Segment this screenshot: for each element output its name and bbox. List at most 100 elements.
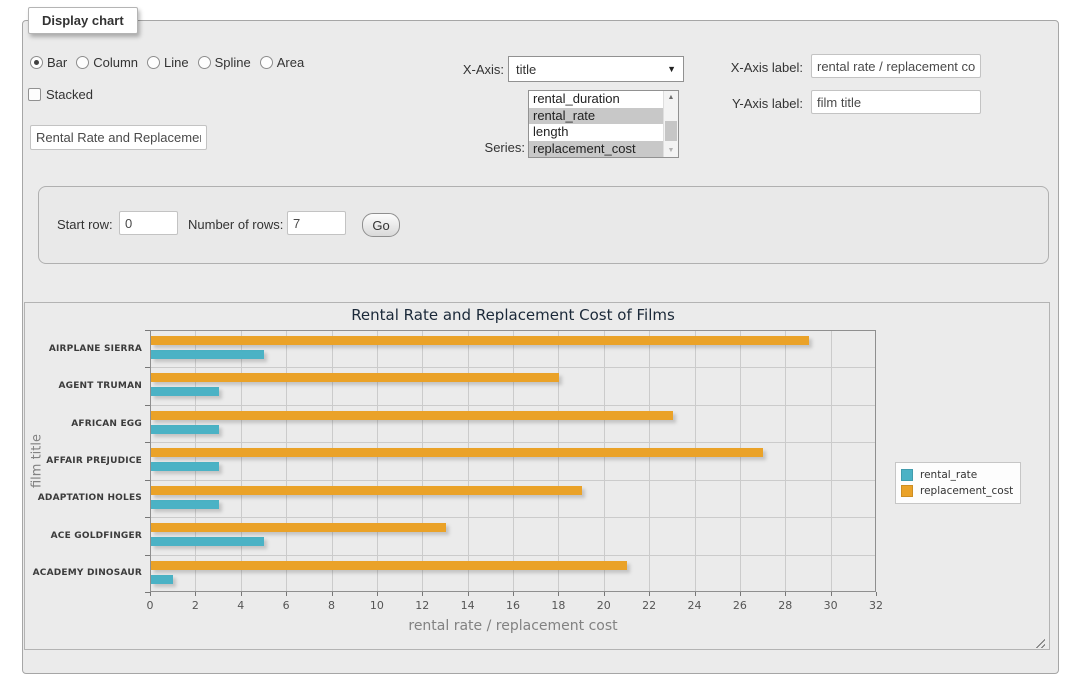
x-axis-tick bbox=[241, 592, 242, 596]
chart-type-label: Line bbox=[164, 55, 189, 70]
scroll-up-icon[interactable]: ▲ bbox=[664, 91, 678, 104]
start-row-input[interactable] bbox=[119, 211, 178, 235]
number-of-rows-label: Number of rows: bbox=[188, 217, 283, 232]
stacked-label: Stacked bbox=[46, 87, 93, 102]
category-label: ADAPTATION HOLES bbox=[28, 480, 142, 517]
series-multiselect[interactable]: rental_durationrental_ratelengthreplacem… bbox=[528, 90, 679, 158]
x-axis-tick-label: 8 bbox=[317, 599, 347, 612]
series-options: rental_durationrental_ratelengthreplacem… bbox=[529, 91, 678, 157]
x-axis-tick bbox=[377, 592, 378, 596]
x-axis-tick-label: 4 bbox=[226, 599, 256, 612]
y-axis-tick bbox=[145, 592, 150, 593]
x-axis-tick-label: 0 bbox=[135, 599, 165, 612]
radio-icon[interactable] bbox=[198, 56, 211, 69]
chart-type-label: Area bbox=[277, 55, 304, 70]
x-axis-tick bbox=[649, 592, 650, 596]
x-axis-tick-label: 10 bbox=[362, 599, 392, 612]
go-button-label: Go bbox=[372, 218, 389, 233]
x-axis-tick-label: 18 bbox=[543, 599, 573, 612]
chart-y-axis-title: film title bbox=[30, 434, 45, 488]
number-of-rows-input[interactable] bbox=[287, 211, 346, 235]
chart-title: Rental Rate and Replacement Cost of Film… bbox=[150, 306, 876, 324]
x-axis-tick-label: 16 bbox=[498, 599, 528, 612]
chart-x-axis-title: rental rate / replacement cost bbox=[150, 618, 876, 634]
x-axis-tick bbox=[513, 592, 514, 596]
scrollbar-thumb[interactable] bbox=[665, 121, 677, 141]
x-axis-tick bbox=[150, 592, 151, 596]
x-axis-tick-label: 30 bbox=[816, 599, 846, 612]
x-axis-select-value: title bbox=[516, 62, 536, 77]
x-axis-tick bbox=[558, 592, 559, 596]
legend-label: rental_rate bbox=[920, 469, 977, 481]
legend-item-rental_rate: rental_rate bbox=[901, 467, 1013, 483]
x-axis-tick-label: 28 bbox=[770, 599, 800, 612]
chart-type-label: Column bbox=[93, 55, 138, 70]
radio-icon[interactable] bbox=[76, 56, 89, 69]
x-axis-tick bbox=[332, 592, 333, 596]
x-axis-tick bbox=[876, 592, 877, 596]
x-axis-select-label: X-Axis: bbox=[420, 62, 504, 77]
series-option-replacement_cost[interactable]: replacement_cost bbox=[529, 141, 664, 158]
x-axis-tick bbox=[695, 592, 696, 596]
x-axis-tick-label: 6 bbox=[271, 599, 301, 612]
radio-icon[interactable] bbox=[260, 56, 273, 69]
x-axis-tick bbox=[468, 592, 469, 596]
x-axis-tick bbox=[286, 592, 287, 596]
category-label: AFRICAN EGG bbox=[28, 405, 142, 442]
start-row-label: Start row: bbox=[57, 217, 113, 232]
x-axis-tick-label: 32 bbox=[861, 599, 891, 612]
x-axis-tick-label: 24 bbox=[680, 599, 710, 612]
category-label: AIRPLANE SIERRA bbox=[28, 330, 142, 367]
x-axis-tick bbox=[195, 592, 196, 596]
go-button[interactable]: Go bbox=[362, 213, 400, 237]
chart-type-line[interactable]: Line bbox=[147, 55, 189, 70]
chart-type-radio-group: Bar Column Line Spline Area bbox=[30, 55, 304, 70]
chart-type-area[interactable]: Area bbox=[260, 55, 304, 70]
display-chart-page: Display chart Bar Column Line Spline Area St… bbox=[0, 0, 1081, 681]
x-axis-tick-label: 12 bbox=[407, 599, 437, 612]
x-axis-select[interactable]: title ▼ bbox=[508, 56, 684, 82]
stacked-option[interactable]: Stacked bbox=[28, 87, 93, 102]
category-label: ACADEMY DINOSAUR bbox=[28, 555, 142, 592]
legend-swatch bbox=[901, 469, 913, 481]
chart-legend: rental_rate replacement_cost bbox=[895, 462, 1021, 504]
y-axis-label-label: Y-Axis label: bbox=[700, 96, 803, 111]
x-axis-tick-label: 20 bbox=[589, 599, 619, 612]
category-label: AGENT TRUMAN bbox=[28, 367, 142, 404]
legend-label: replacement_cost bbox=[920, 485, 1013, 497]
x-axis-tick bbox=[604, 592, 605, 596]
x-axis-tick-label: 26 bbox=[725, 599, 755, 612]
x-axis-tick-label: 14 bbox=[453, 599, 483, 612]
chart-type-label: Spline bbox=[215, 55, 251, 70]
fieldset-legend: Display chart bbox=[28, 7, 138, 34]
legend-swatch bbox=[901, 485, 913, 497]
x-axis-tick bbox=[740, 592, 741, 596]
chart-type-column[interactable]: Column bbox=[76, 55, 138, 70]
fieldset-legend-text: Display chart bbox=[42, 13, 124, 28]
x-axis-tick-label: 22 bbox=[634, 599, 664, 612]
chart-title-input[interactable] bbox=[30, 125, 207, 150]
x-axis-tick bbox=[831, 592, 832, 596]
radio-icon[interactable] bbox=[147, 56, 160, 69]
x-axis-label-label: X-Axis label: bbox=[700, 60, 803, 75]
chevron-down-icon: ▼ bbox=[667, 64, 676, 74]
x-axis-label-input[interactable] bbox=[811, 54, 981, 78]
series-option-rental_duration[interactable]: rental_duration bbox=[529, 91, 664, 108]
series-option-length[interactable]: length bbox=[529, 124, 664, 141]
series-option-rental_rate[interactable]: rental_rate bbox=[529, 108, 664, 125]
plot-border bbox=[150, 330, 876, 592]
x-axis-tick bbox=[785, 592, 786, 596]
radio-icon[interactable] bbox=[30, 56, 43, 69]
x-axis-tick bbox=[422, 592, 423, 596]
stacked-checkbox[interactable] bbox=[28, 88, 41, 101]
chart-type-bar[interactable]: Bar bbox=[30, 55, 67, 70]
chart-type-spline[interactable]: Spline bbox=[198, 55, 251, 70]
legend-item-replacement_cost: replacement_cost bbox=[901, 483, 1013, 499]
category-label: ACE GOLDFINGER bbox=[28, 517, 142, 554]
y-axis-label-input[interactable] bbox=[811, 90, 981, 114]
series-scrollbar[interactable]: ▲ ▼ bbox=[663, 91, 678, 157]
x-axis-tick-label: 2 bbox=[180, 599, 210, 612]
scroll-down-icon[interactable]: ▼ bbox=[664, 144, 678, 157]
series-select-label: Series: bbox=[430, 140, 525, 155]
chart-type-label: Bar bbox=[47, 55, 67, 70]
